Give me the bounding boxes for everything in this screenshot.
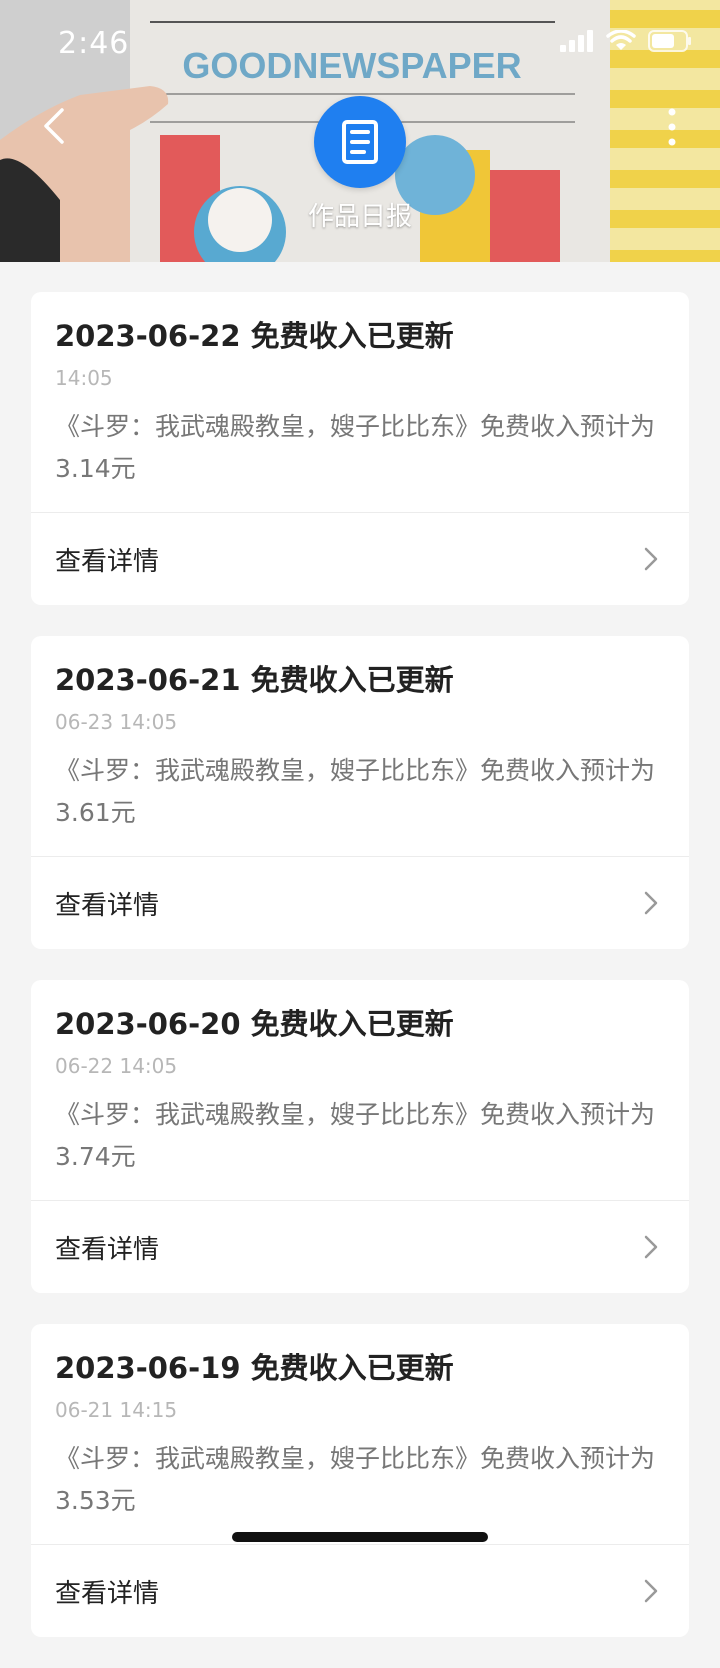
report-card: 2023-06-20 免费收入已更新 06-22 14:05 《斗罗：我武魂殿教… (31, 980, 689, 1293)
report-card: 2023-06-21 免费收入已更新 06-23 14:05 《斗罗：我武魂殿教… (31, 636, 689, 949)
view-details-row[interactable]: 查看详情 (31, 856, 689, 949)
status-icons (560, 30, 692, 52)
card-title: 2023-06-21 免费收入已更新 (55, 663, 454, 697)
back-icon[interactable] (38, 104, 78, 148)
card-body: 2023-06-20 免费收入已更新 06-22 14:05 《斗罗：我武魂殿教… (31, 980, 689, 1200)
card-body: 2023-06-21 免费收入已更新 06-23 14:05 《斗罗：我武魂殿教… (31, 636, 689, 856)
signal-icon (560, 30, 593, 52)
card-timestamp: 06-23 14:05 (55, 710, 178, 734)
view-details-label: 查看详情 (55, 1234, 160, 1265)
battery-icon (648, 30, 691, 52)
card-description: 《斗罗：我武魂殿教皇，嫂子比比东》免费收入预计为3.74元 (55, 1100, 656, 1171)
daily-report-logo (314, 96, 406, 188)
chevron-right-icon (644, 1579, 658, 1603)
view-details-row[interactable]: 查看详情 (31, 1544, 689, 1637)
more-options-icon[interactable] (660, 104, 684, 150)
card-title: 2023-06-19 免费收入已更新 (55, 1351, 454, 1385)
card-body: 2023-06-19 免费收入已更新 06-21 14:15 《斗罗：我武魂殿教… (31, 1324, 689, 1544)
chevron-right-icon (644, 891, 658, 915)
card-timestamp: 14:05 (55, 366, 113, 390)
view-details-label: 查看详情 (55, 546, 160, 577)
card-description: 《斗罗：我武魂殿教皇，嫂子比比东》免费收入预计为3.61元 (55, 756, 656, 827)
view-details-label: 查看详情 (55, 890, 160, 921)
report-card: 2023-06-19 免费收入已更新 06-21 14:15 《斗罗：我武魂殿教… (31, 1324, 689, 1637)
home-indicator[interactable] (232, 1532, 488, 1542)
view-details-row[interactable]: 查看详情 (31, 1200, 689, 1293)
card-body: 2023-06-22 免费收入已更新 14:05 《斗罗：我武魂殿教皇，嫂子比比… (31, 292, 689, 512)
newspaper-icon (342, 120, 378, 164)
report-card: 2023-06-22 免费收入已更新 14:05 《斗罗：我武魂殿教皇，嫂子比比… (31, 292, 689, 605)
view-details-label: 查看详情 (55, 1578, 160, 1609)
wifi-icon (606, 30, 636, 50)
status-time: 2:46 (58, 26, 130, 61)
card-description: 《斗罗：我武魂殿教皇，嫂子比比东》免费收入预计为3.53元 (55, 1444, 656, 1515)
card-description: 《斗罗：我武魂殿教皇，嫂子比比东》免费收入预计为3.14元 (55, 412, 656, 483)
card-title: 2023-06-22 免费收入已更新 (55, 319, 454, 353)
view-details-row[interactable]: 查看详情 (31, 512, 689, 605)
report-list: 2023-06-22 免费收入已更新 14:05 《斗罗：我武魂殿教皇，嫂子比比… (31, 292, 689, 1668)
card-timestamp: 06-22 14:05 (55, 1054, 178, 1078)
card-title: 2023-06-20 免费收入已更新 (55, 1007, 454, 1041)
chevron-right-icon (644, 547, 658, 571)
chevron-right-icon (644, 1235, 658, 1259)
page-title: 作品日报 (307, 202, 412, 232)
status-bar: 2:46 (0, 0, 720, 90)
card-timestamp: 06-21 14:15 (55, 1398, 178, 1422)
header-banner: GOODNEWSPAPER 2:46 作品日报 (0, 0, 720, 262)
